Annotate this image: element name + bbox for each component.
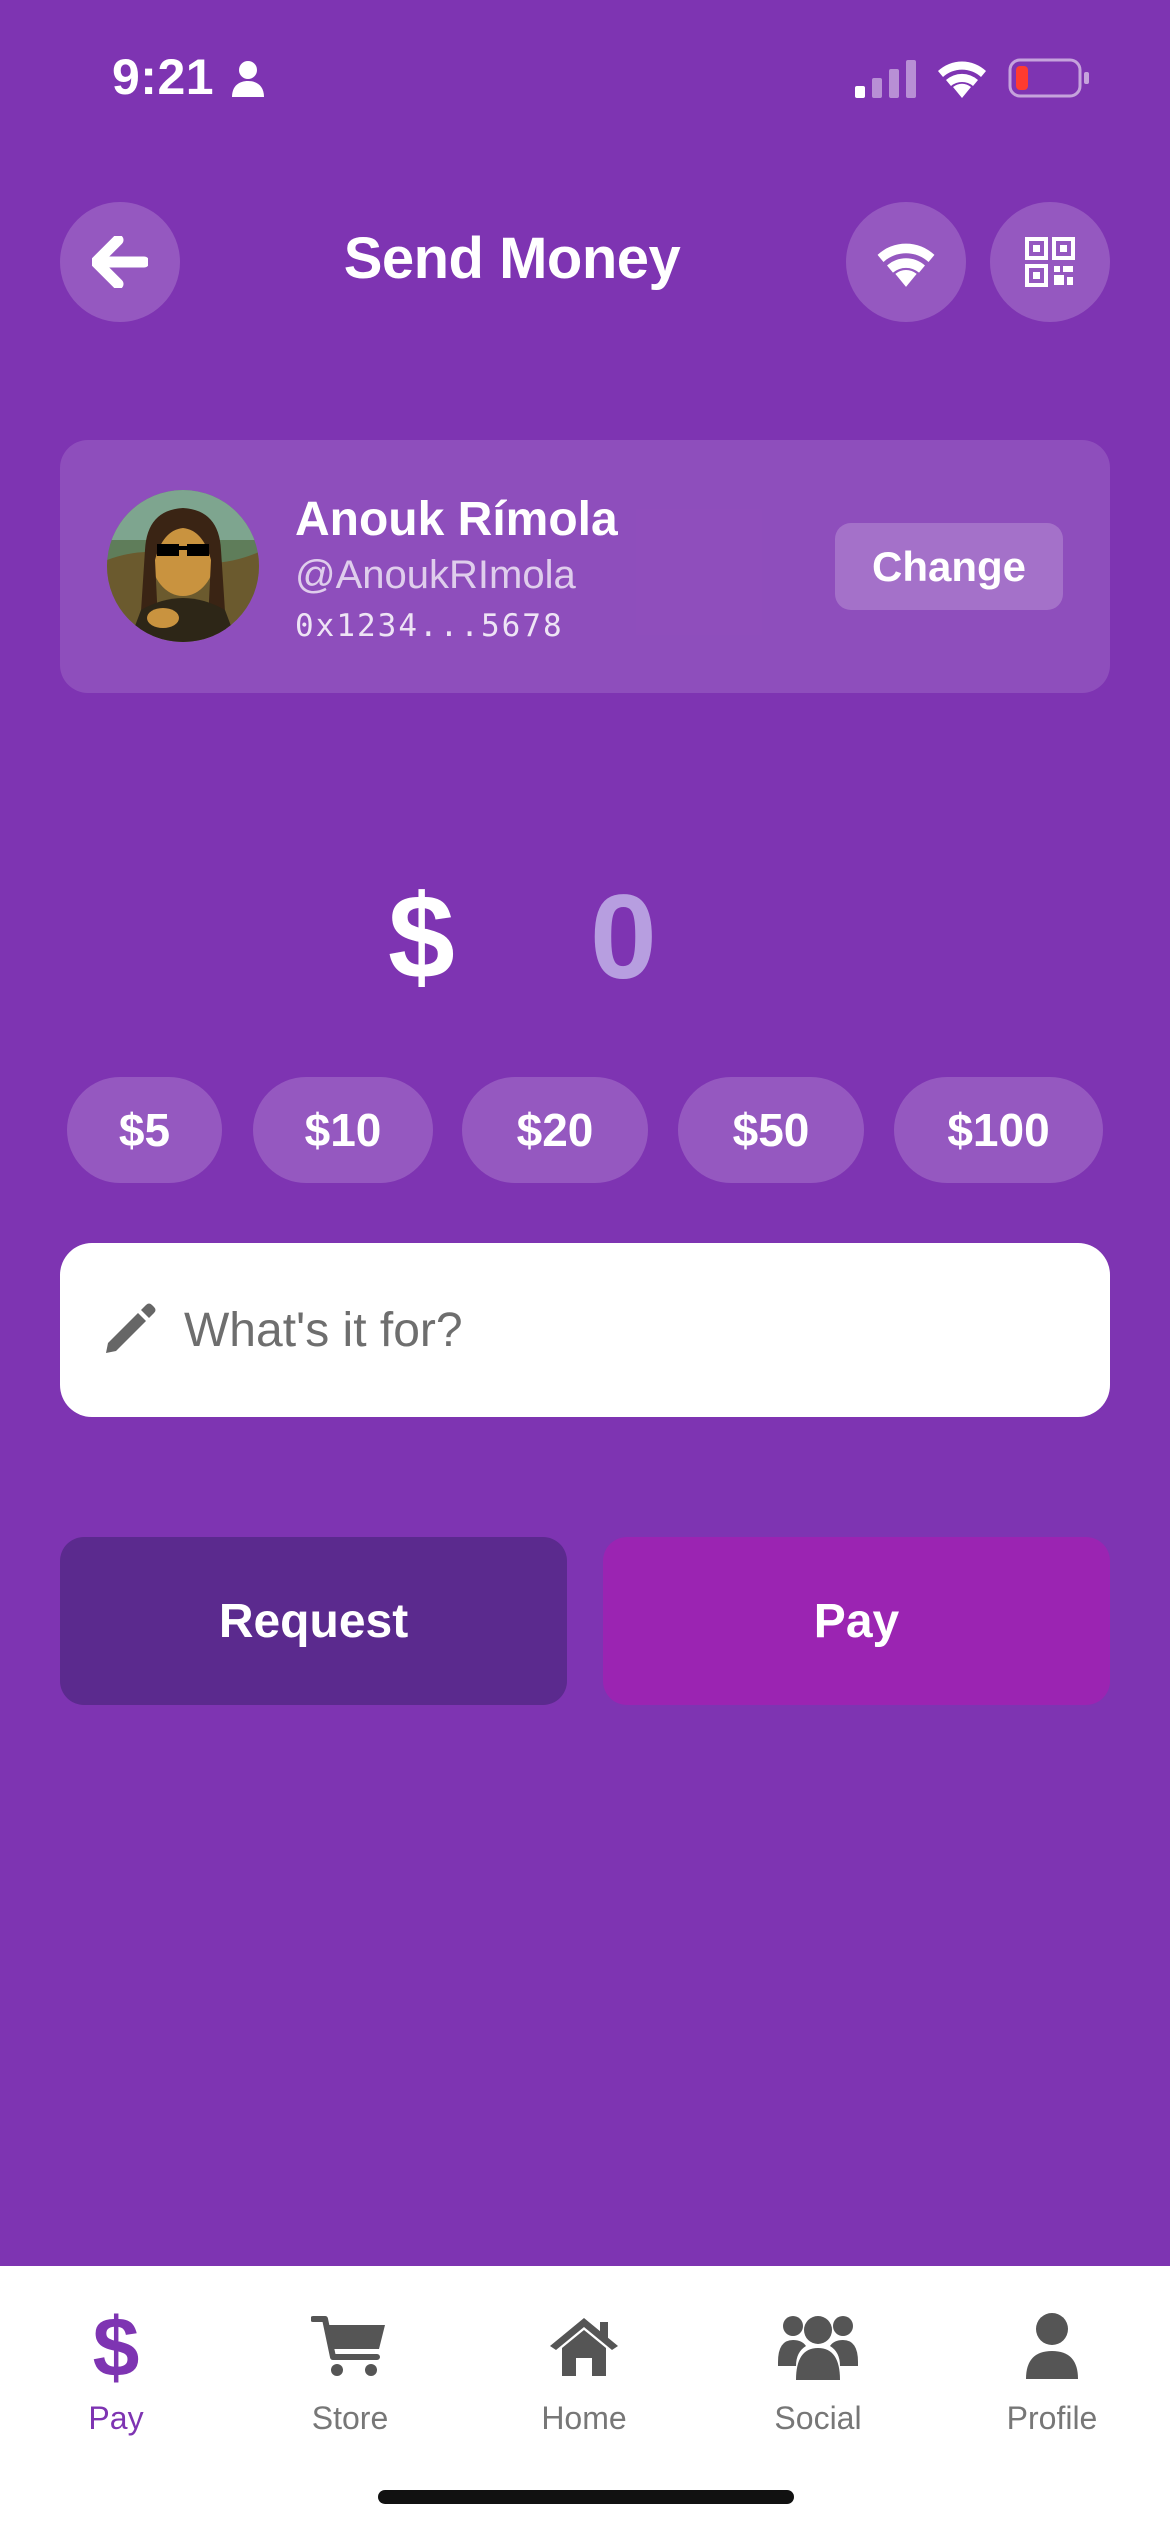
amount-input[interactable]: 0: [590, 868, 657, 1006]
quick-amount-chip[interactable]: $50: [678, 1077, 864, 1183]
quick-amount-chip[interactable]: $20: [462, 1077, 648, 1183]
home-icon: [539, 2306, 629, 2386]
person-status-icon: [232, 61, 264, 97]
note-field[interactable]: [60, 1243, 1110, 1417]
request-button[interactable]: Request: [60, 1537, 567, 1705]
tab-pay[interactable]: $ Pay: [16, 2306, 216, 2456]
battery-icon: [1008, 58, 1089, 98]
signal-icon: [855, 60, 916, 98]
home-indicator[interactable]: [378, 2490, 794, 2504]
tab-home[interactable]: Home: [484, 2306, 684, 2456]
tab-label: Store: [311, 2400, 389, 2436]
note-input[interactable]: [184, 1283, 1064, 1377]
qr-code-icon: [1025, 237, 1075, 287]
change-recipient-button[interactable]: Change: [835, 523, 1063, 610]
pay-button[interactable]: Pay: [603, 1537, 1110, 1705]
qr-scan-button[interactable]: [990, 202, 1110, 322]
nfc-button[interactable]: [846, 202, 966, 322]
wifi-status-icon: [938, 61, 986, 98]
recipient-card: Anouk Rímola @AnoukRImola 0x1234...5678 …: [60, 440, 1110, 693]
avatar: [107, 490, 259, 642]
user-icon: [1007, 2306, 1097, 2386]
recipient-handle: @AnoukRImola: [295, 553, 576, 597]
tab-label: Profile: [1006, 2400, 1098, 2436]
tab-label: Pay: [88, 2400, 144, 2436]
cart-icon: [305, 2306, 395, 2386]
wifi-icon: [877, 243, 935, 287]
svg-text:$: $: [93, 2306, 140, 2386]
recipient-address: 0x1234...5678: [295, 608, 564, 644]
quick-amount-chip[interactable]: $5: [67, 1077, 222, 1183]
tab-social[interactable]: Social: [718, 2306, 918, 2456]
tab-profile[interactable]: Profile: [952, 2306, 1152, 2456]
status-time: 9:21: [112, 49, 215, 105]
recipient-name: Anouk Rímola: [295, 493, 618, 546]
dollar-icon: $: [71, 2306, 161, 2386]
amount-currency-symbol: $: [388, 870, 455, 1004]
quick-amount-chip[interactable]: $100: [894, 1077, 1103, 1183]
tab-store[interactable]: Store: [250, 2306, 450, 2456]
users-icon: [773, 2306, 863, 2386]
tab-label: Social: [774, 2400, 862, 2436]
pencil-icon: [106, 1303, 156, 1353]
send-money-screen: 9:21 Send Money Anouk Rímola @AnoukRImol…: [0, 0, 1170, 2532]
tab-label: Home: [541, 2400, 627, 2436]
quick-amount-chip[interactable]: $10: [253, 1077, 433, 1183]
